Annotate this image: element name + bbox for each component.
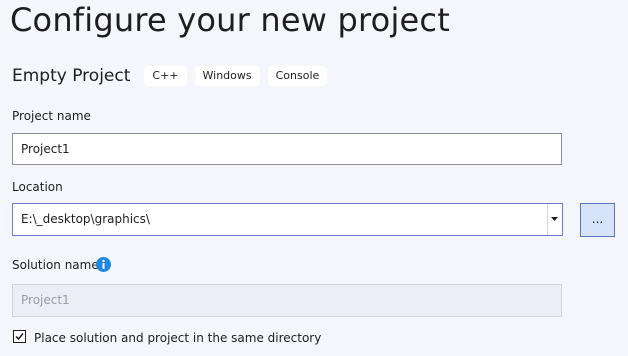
location-label: Location <box>12 180 63 194</box>
configure-project-page: Configure your new project Empty Project… <box>0 0 628 356</box>
solution-name-label: Solution name <box>12 258 99 272</box>
tag-platform: Windows <box>194 66 260 86</box>
template-summary: Empty Project C++ Windows Console <box>12 64 335 88</box>
same-directory-checkbox[interactable] <box>13 330 26 343</box>
browse-button[interactable]: ... <box>580 203 615 237</box>
dropdown-arrow-icon[interactable] <box>547 204 562 235</box>
template-name: Empty Project <box>12 66 131 86</box>
project-name-label: Project name <box>12 109 91 123</box>
location-value: E:\_desktop\graphics\ <box>21 212 150 226</box>
same-directory-label[interactable]: Place solution and project in the same d… <box>34 330 321 346</box>
checkmark-icon <box>15 333 24 341</box>
info-icon[interactable] <box>96 257 111 272</box>
project-name-input[interactable]: Project1 <box>12 133 562 165</box>
location-combobox[interactable]: E:\_desktop\graphics\ <box>12 203 563 236</box>
tag-project-type: Console <box>267 66 328 86</box>
tag-language: C++ <box>144 66 187 86</box>
page-title: Configure your new project <box>10 1 450 39</box>
solution-name-input[interactable]: Project1 <box>12 284 562 317</box>
